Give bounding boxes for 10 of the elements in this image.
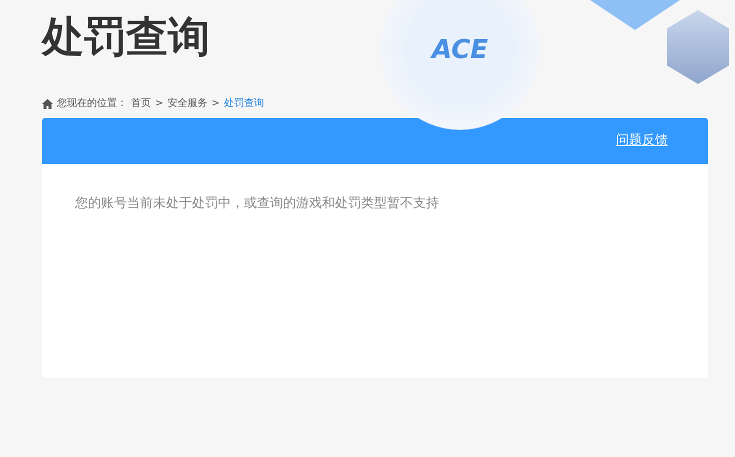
breadcrumb-separator: > (155, 97, 164, 111)
status-message: 您的账号当前未处于处罚中，或查询的游戏和处罚类型暂不支持 (74, 195, 440, 213)
breadcrumb-link[interactable]: 首页 (131, 96, 151, 111)
logo-text: ACE (432, 34, 488, 66)
home-icon (42, 98, 53, 108)
breadcrumb-link[interactable]: 处罚查询 (224, 96, 264, 111)
page-title: 处罚查询 (42, 14, 210, 60)
breadcrumb-link[interactable]: 安全服务 (167, 96, 208, 111)
breadcrumb-label: 您现在的位置： (57, 96, 127, 111)
breadcrumb-separator: > (211, 97, 220, 111)
